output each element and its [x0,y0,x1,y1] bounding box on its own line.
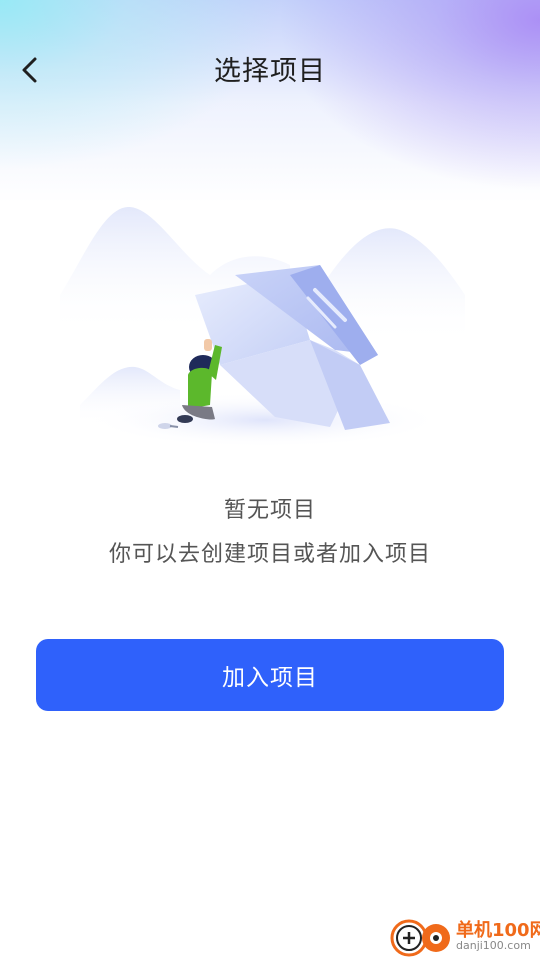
danji-logo-icon [390,918,454,962]
join-project-button[interactable]: 加入项目 [36,639,504,711]
watermark-domain: danji100.com [456,939,531,952]
app-header: 选择项目 [0,36,540,108]
empty-state-description: 你可以去创建项目或者加入项目 [108,542,431,567]
page-title: 选择项目 [214,56,326,87]
watermark-logo: 单机100网 danji100.com [390,914,540,960]
empty-state-title: 暂无项目 [223,498,316,523]
empty-state-illustration [60,195,480,460]
